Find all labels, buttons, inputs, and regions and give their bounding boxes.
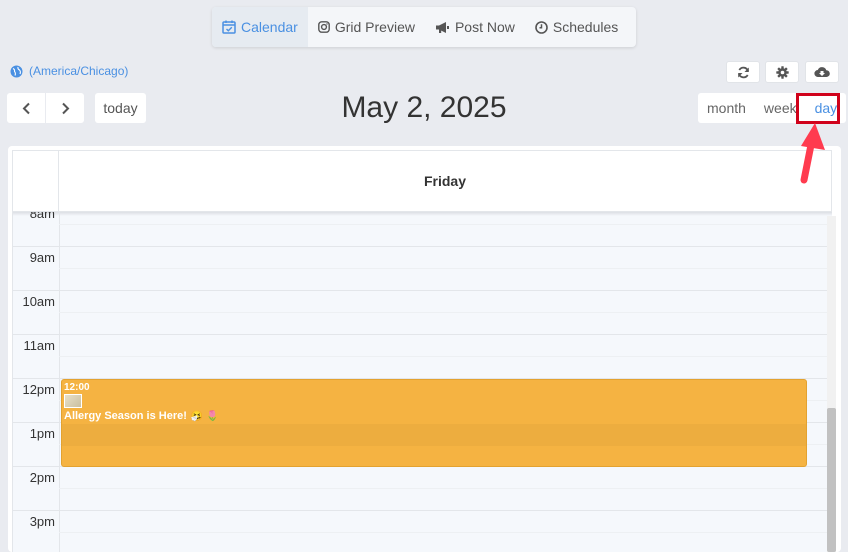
hour-label: 11am bbox=[23, 338, 55, 353]
event-thumbnail bbox=[64, 394, 82, 408]
annotation-arrow-icon bbox=[800, 123, 825, 184]
timezone-link[interactable]: (America/Chicago) bbox=[10, 64, 128, 78]
tab-post-now[interactable]: Post Now bbox=[425, 7, 525, 47]
clock-icon bbox=[535, 20, 548, 34]
day-header: Friday bbox=[423, 173, 466, 189]
megaphone-icon bbox=[435, 21, 449, 33]
hour-line bbox=[13, 510, 832, 511]
refresh-button[interactable] bbox=[726, 61, 760, 83]
tab-calendar-label: Calendar bbox=[241, 19, 298, 35]
time-grid: 8am 9am 10am 11am 12pm 1pm 2pm 3pm 12:00… bbox=[12, 212, 832, 552]
tab-schedules[interactable]: Schedules bbox=[525, 7, 628, 47]
tab-grid-preview[interactable]: Grid Preview bbox=[308, 7, 425, 47]
tab-post-now-label: Post Now bbox=[454, 19, 515, 35]
hour-label: 3pm bbox=[29, 514, 55, 529]
hour-line bbox=[13, 334, 832, 335]
half-hour-line bbox=[59, 356, 832, 357]
tab-schedules-label: Schedules bbox=[552, 19, 619, 35]
tab-grid-preview-label: Grid Preview bbox=[334, 19, 415, 35]
top-nav: Calendar Grid Preview Post Now Schedules bbox=[212, 7, 636, 47]
hour-label: 12pm bbox=[22, 382, 55, 397]
half-hour-line bbox=[59, 312, 832, 313]
tab-calendar[interactable]: Calendar bbox=[212, 7, 308, 47]
time-gutter-divider bbox=[59, 212, 60, 552]
half-hour-line bbox=[59, 268, 832, 269]
header-shadow bbox=[13, 212, 832, 216]
scrollbar-thumb[interactable] bbox=[827, 408, 836, 552]
instagram-icon bbox=[317, 21, 330, 33]
hour-label: 2pm bbox=[29, 470, 55, 485]
header-gutter bbox=[13, 151, 59, 211]
half-hour-line bbox=[59, 532, 832, 533]
globe-icon bbox=[10, 65, 23, 77]
hour-label: 8am bbox=[29, 212, 55, 221]
hour-line bbox=[13, 290, 832, 291]
half-hour-line bbox=[59, 224, 832, 225]
event-emoji: 🤧 🌷 bbox=[190, 410, 219, 422]
event-band bbox=[62, 424, 806, 446]
hour-label: 10am bbox=[22, 294, 55, 309]
hour-label: 9am bbox=[29, 250, 55, 265]
refresh-icon bbox=[737, 66, 749, 78]
gear-icon bbox=[775, 65, 789, 79]
view-month-button[interactable]: month bbox=[698, 93, 755, 123]
timezone-label: (America/Chicago) bbox=[29, 64, 129, 78]
calendar-event[interactable]: 12:00 Allergy Season is Here! 🤧 🌷 bbox=[61, 379, 807, 467]
hour-line bbox=[13, 246, 832, 247]
event-title: Allergy Season is Here! bbox=[64, 410, 187, 422]
event-title-row: Allergy Season is Here! 🤧 🌷 bbox=[64, 410, 804, 422]
cloud-download-icon bbox=[814, 67, 830, 78]
calendar-header: Friday bbox=[12, 150, 832, 212]
calendar-check-icon bbox=[222, 20, 236, 34]
event-time: 12:00 bbox=[64, 382, 90, 393]
download-button[interactable] bbox=[805, 61, 839, 83]
calendar-panel: Friday 8am 9am 10am 11am 12pm 1pm 2pm 3p… bbox=[8, 146, 841, 552]
hour-label: 1pm bbox=[29, 426, 55, 441]
settings-button[interactable] bbox=[765, 61, 799, 83]
half-hour-line bbox=[59, 488, 832, 489]
